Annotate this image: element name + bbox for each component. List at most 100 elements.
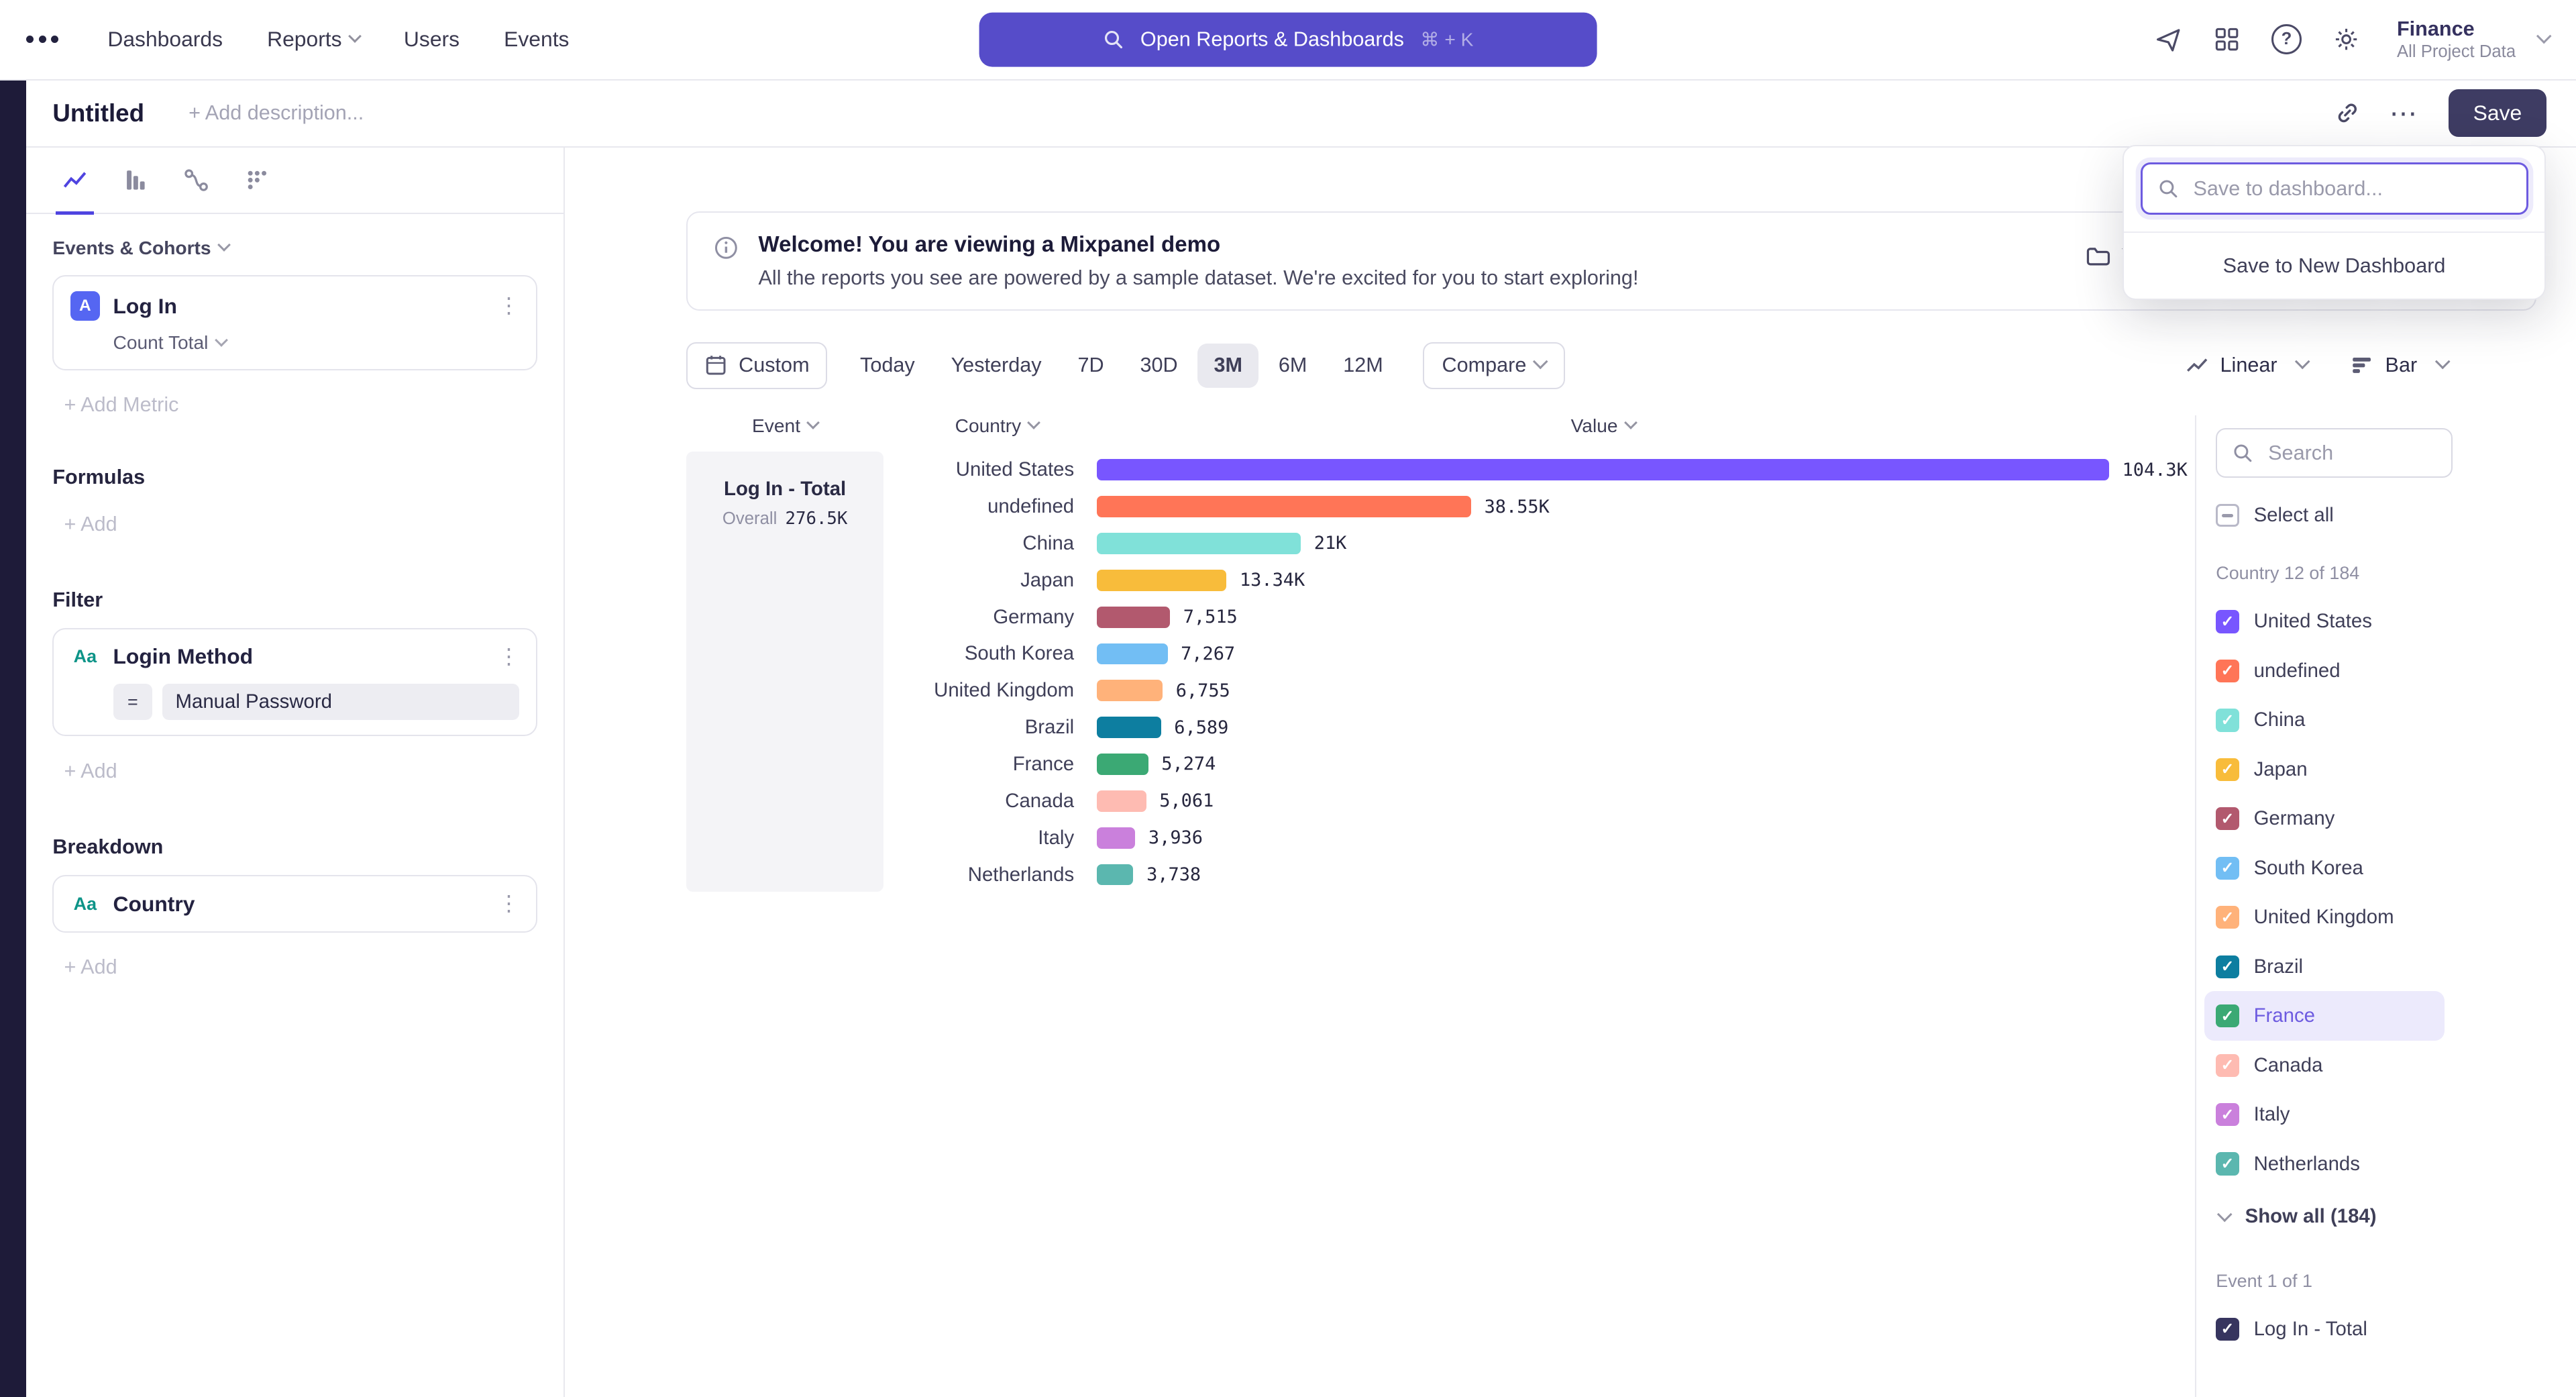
- range-chip-7d[interactable]: 7D: [1061, 344, 1120, 388]
- checkbox-checked-icon[interactable]: ✓: [2216, 807, 2239, 830]
- bar-segment[interactable]: [1097, 680, 1163, 701]
- event-checkbox-row[interactable]: ✓Log In - Total: [2204, 1304, 2445, 1353]
- country-checkbox-row[interactable]: ✓Brazil: [2204, 942, 2445, 991]
- send-feedback-icon[interactable]: [2155, 25, 2183, 54]
- segment-search-field[interactable]: [2216, 428, 2453, 477]
- checkbox-checked-icon[interactable]: ✓: [2216, 660, 2239, 682]
- filter-operator[interactable]: =: [113, 684, 153, 720]
- filter-card[interactable]: Aa Login Method ⋮ = Manual Password: [52, 628, 537, 736]
- bar-segment[interactable]: [1097, 643, 1167, 665]
- range-chip-yesterday[interactable]: Yesterday: [934, 344, 1058, 388]
- breakdown-property-name[interactable]: Country: [113, 892, 484, 917]
- bar-segment[interactable]: [1097, 827, 1135, 849]
- checkbox-checked-icon[interactable]: ✓: [2216, 1152, 2239, 1175]
- custom-date-button[interactable]: Custom: [686, 342, 827, 389]
- breakdown-card[interactable]: Aa Country ⋮: [52, 875, 537, 932]
- global-search-button[interactable]: Open Reports & Dashboards ⌘ + K: [979, 12, 1597, 66]
- bar-segment[interactable]: [1097, 459, 2109, 480]
- column-header-event[interactable]: Event: [686, 415, 883, 437]
- add-filter-button[interactable]: + Add: [64, 760, 537, 783]
- breakdown-kebab-icon[interactable]: ⋮: [498, 893, 520, 915]
- dashboard-search-input[interactable]: [2190, 175, 2512, 202]
- country-checkbox-row[interactable]: ✓undefined: [2204, 646, 2445, 695]
- apps-grid-icon[interactable]: [2214, 26, 2240, 52]
- bar-segment[interactable]: [1097, 790, 1146, 812]
- tab-retention[interactable]: [227, 148, 288, 213]
- checkbox-checked-icon[interactable]: ✓: [2216, 758, 2239, 781]
- indeterminate-checkbox[interactable]: [2216, 504, 2239, 527]
- compare-button[interactable]: Compare: [1423, 342, 1565, 389]
- select-all-row[interactable]: Select all: [2216, 504, 2556, 527]
- add-breakdown-button[interactable]: + Add: [64, 955, 537, 979]
- more-options-button[interactable]: ⋯: [2390, 99, 2419, 127]
- show-all-button[interactable]: Show all (184): [2216, 1205, 2556, 1228]
- checkbox-checked-icon[interactable]: ✓: [2216, 1054, 2239, 1077]
- chart-type-selector[interactable]: Bar: [2351, 354, 2448, 377]
- bar-segment[interactable]: [1097, 717, 1161, 738]
- add-description-button[interactable]: + Add description...: [189, 101, 364, 125]
- bar-segment[interactable]: [1097, 864, 1133, 886]
- metric-card[interactable]: A Log In ⋮ Count Total: [52, 275, 537, 370]
- country-checkbox-row[interactable]: ✓United States: [2204, 597, 2445, 646]
- column-header-country[interactable]: Country: [897, 415, 1097, 437]
- country-checkbox-row[interactable]: ✓France: [2204, 991, 2445, 1040]
- country-checkbox-row[interactable]: ✓China: [2204, 696, 2445, 745]
- country-checkbox-row[interactable]: ✓Italy: [2204, 1090, 2445, 1139]
- checkbox-checked-icon[interactable]: ✓: [2216, 955, 2239, 978]
- tab-insights[interactable]: [44, 148, 105, 213]
- chart-row: United States104.3K: [897, 452, 2195, 488]
- filter-value[interactable]: Manual Password: [162, 684, 519, 720]
- range-chip-30d[interactable]: 30D: [1124, 344, 1194, 388]
- country-checkbox-row[interactable]: ✓Japan: [2204, 745, 2445, 794]
- report-title[interactable]: Untitled: [52, 99, 144, 127]
- segment-search-input[interactable]: [2265, 439, 2436, 466]
- project-switcher[interactable]: Finance All Project Data: [2397, 17, 2550, 62]
- country-checkbox-row[interactable]: ✓Netherlands: [2204, 1139, 2445, 1188]
- checkbox-checked-icon[interactable]: ✓: [2216, 1004, 2239, 1027]
- tab-funnels[interactable]: [105, 148, 166, 213]
- range-chip-today[interactable]: Today: [844, 344, 932, 388]
- save-button[interactable]: Save: [2449, 89, 2546, 137]
- events-cohorts-section-label[interactable]: Events & Cohorts: [52, 238, 537, 259]
- metric-name[interactable]: Log In: [113, 294, 484, 319]
- filter-property-name[interactable]: Login Method: [113, 644, 484, 669]
- checkbox-checked-icon[interactable]: ✓: [2216, 1103, 2239, 1126]
- range-chip-12m[interactable]: 12M: [1327, 344, 1400, 388]
- bar-segment[interactable]: [1097, 607, 1170, 628]
- filter-kebab-icon[interactable]: ⋮: [498, 646, 520, 668]
- checkbox-checked-icon[interactable]: ✓: [2216, 709, 2239, 731]
- tab-flows[interactable]: [166, 148, 227, 213]
- range-chip-6m[interactable]: 6M: [1262, 344, 1324, 388]
- copy-link-icon[interactable]: [2335, 101, 2360, 125]
- bar-segment[interactable]: [1097, 570, 1226, 591]
- nav-item-events[interactable]: Events: [504, 27, 569, 52]
- add-formula-button[interactable]: + Add: [64, 513, 537, 536]
- bar-segment[interactable]: [1097, 754, 1148, 775]
- checkbox-checked-icon[interactable]: ✓: [2216, 857, 2239, 880]
- column-header-value[interactable]: Value: [1097, 415, 2109, 437]
- metric-kebab-icon[interactable]: ⋮: [498, 295, 520, 317]
- series-summary[interactable]: Log In - Total Overall276.5K: [686, 452, 883, 892]
- bar-segment[interactable]: [1097, 496, 1471, 517]
- bar-value-label: 38.55K: [1485, 497, 1550, 517]
- save-to-new-dashboard-item[interactable]: Save to New Dashboard: [2124, 231, 2544, 299]
- dashboard-search-field[interactable]: [2141, 162, 2528, 215]
- add-metric-button[interactable]: + Add Metric: [64, 393, 537, 417]
- checkbox-checked-icon[interactable]: ✓: [2216, 610, 2239, 633]
- checkbox-checked-icon[interactable]: ✓: [2216, 906, 2239, 929]
- settings-gear-icon[interactable]: [2333, 26, 2359, 52]
- nav-item-dashboards[interactable]: Dashboards: [107, 27, 223, 52]
- range-chip-3m[interactable]: 3M: [1197, 344, 1259, 388]
- scale-selector[interactable]: Linear: [2186, 354, 2308, 377]
- country-checkbox-row[interactable]: ✓United Kingdom: [2204, 893, 2445, 942]
- nav-item-reports[interactable]: Reports: [267, 27, 360, 52]
- country-checkbox-row[interactable]: ✓Canada: [2204, 1041, 2445, 1090]
- nav-item-users[interactable]: Users: [404, 27, 460, 52]
- mixpanel-logo[interactable]: [26, 36, 58, 43]
- aggregation-selector[interactable]: Count Total: [113, 332, 520, 354]
- country-checkbox-row[interactable]: ✓Germany: [2204, 794, 2445, 843]
- bar-segment[interactable]: [1097, 533, 1301, 554]
- checkbox-checked-icon[interactable]: ✓: [2216, 1318, 2239, 1341]
- help-icon[interactable]: ?: [2271, 24, 2302, 54]
- country-checkbox-row[interactable]: ✓South Korea: [2204, 843, 2445, 892]
